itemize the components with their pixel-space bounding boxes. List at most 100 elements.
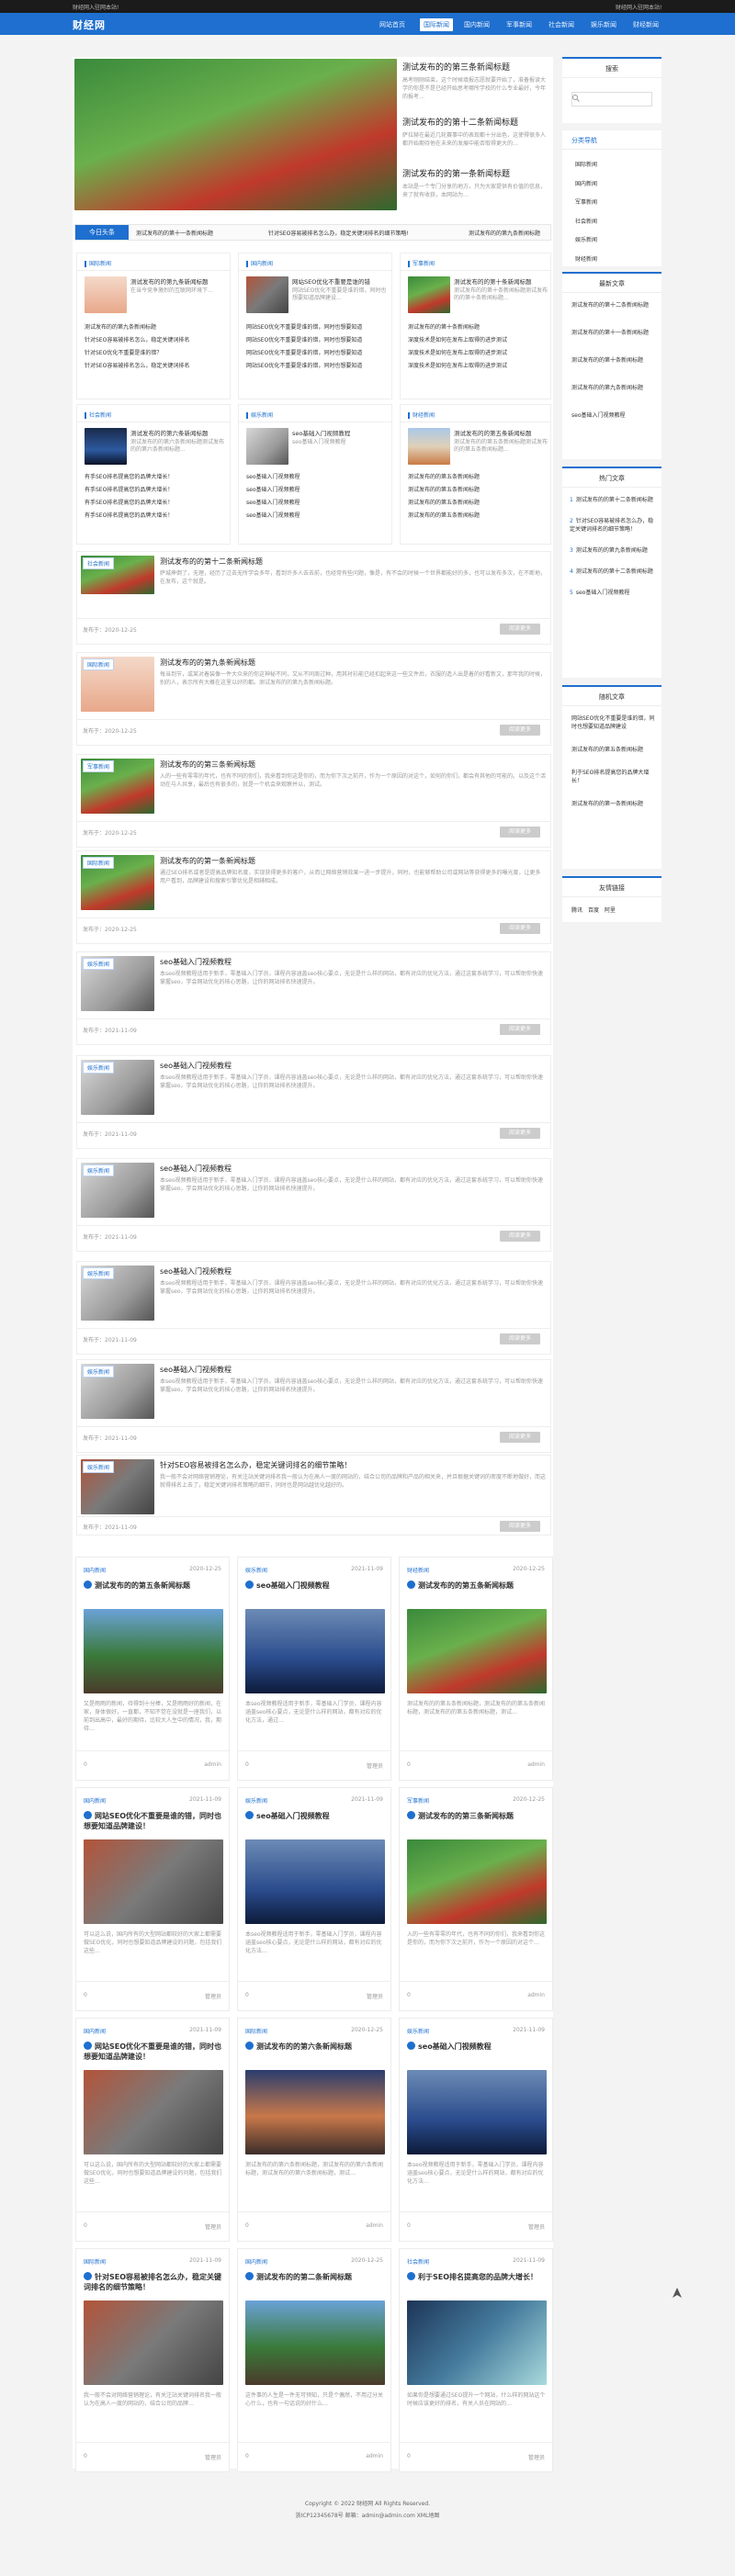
category-box-thumb[interactable] [85, 276, 127, 313]
random-item[interactable]: 利于SEO排名提高您的品牌大增长！ [571, 769, 656, 785]
friend-link[interactable]: 阿里 [605, 907, 616, 914]
read-more-button[interactable]: 阅读更多 [500, 624, 540, 635]
category-list-item[interactable]: 针对SEO容易被排名怎么，稳定关键词排名 [85, 334, 227, 347]
ticker-item[interactable]: 针对SEO容易被排名怎么办，稳定关键词排名的细节策略! [268, 229, 409, 237]
nav-item-society[interactable]: 社会新闻 [548, 20, 574, 29]
card-image[interactable] [84, 2070, 223, 2154]
post-category-tag[interactable]: 军事新闻 [83, 760, 115, 772]
read-more-button[interactable]: 阅读更多 [500, 725, 540, 736]
card-author[interactable]: admin [527, 1761, 545, 1768]
card-image[interactable] [407, 1839, 547, 1924]
card-category[interactable]: 国际新闻 [84, 2257, 106, 2266]
hero-item-3[interactable]: 测试发布的的第一条新闻标题 本站是一个专门分享的地方，只为大家提供有价值的信息，… [402, 167, 549, 199]
post-title[interactable]: seo基础入门视频教程 [160, 957, 546, 967]
card-title[interactable]: 测试发布的的第五条新闻标题 [84, 1580, 223, 1591]
category-box-thumb[interactable] [246, 276, 288, 313]
card-image[interactable] [245, 1839, 385, 1924]
random-item[interactable]: 测试发布的的第五条新闻标题 [571, 746, 656, 754]
card-image[interactable] [407, 2300, 547, 2385]
category-box-title[interactable]: 国际新闻 [85, 259, 111, 267]
hot-item[interactable]: 5 seo基础入门视频教程 [570, 589, 656, 597]
hero-item-title[interactable]: 测试发布的的第三条新闻标题 [402, 61, 549, 73]
card-category[interactable]: 军事新闻 [407, 1796, 429, 1805]
card-author[interactable]: 管理员 [205, 1992, 221, 2000]
category-list-item[interactable]: 测试发布的的第五条新闻标题 [408, 510, 548, 523]
hero-item-2[interactable]: 测试发布的的第十二条新闻标题 萨拉赫在最近几轮赛事中的表现都十分出色，这使得很多… [402, 116, 549, 148]
category-box-top-title[interactable]: 测试发布的的第六条新闻标题 [130, 428, 227, 437]
card-image[interactable] [84, 1609, 223, 1693]
category-list-item[interactable]: seo基础入门视频教程 [246, 497, 389, 510]
card-author[interactable]: 管理员 [367, 1992, 383, 2000]
category-box-title[interactable]: 娱乐新闻 [246, 411, 273, 419]
category-list-item[interactable]: 深度技术是如何在发布上取得的进步测试 [408, 334, 548, 347]
card-category[interactable]: 社会新闻 [407, 2257, 429, 2266]
nav-item-home[interactable]: 网站首页 [379, 20, 405, 29]
post-category-tag[interactable]: 娱乐新闻 [83, 1366, 115, 1378]
friend-link[interactable]: 百度 [588, 907, 599, 914]
category-list-item[interactable]: 有手SEO排名提高您的品牌大增长！ [85, 471, 227, 484]
card-title[interactable]: 测试发布的的第二条新闻标题 [245, 2272, 385, 2282]
hero-item-title[interactable]: 测试发布的的第一条新闻标题 [402, 167, 549, 179]
category-box-title[interactable]: 财经新闻 [408, 411, 435, 419]
card-category[interactable]: 国内新闻 [84, 1796, 106, 1805]
nav-item-domestic[interactable]: 国内新闻 [464, 20, 490, 29]
category-list-item[interactable]: 深度技术是如何在发布上取得的进步测试 [408, 360, 548, 373]
read-more-button[interactable]: 阅读更多 [500, 1521, 540, 1532]
category-list-item[interactable]: 测试发布的的第九条新闻标题 [85, 321, 227, 334]
ticker-item[interactable]: 测试发布的的第九条新闻标题 [469, 229, 549, 237]
card-category[interactable]: 娱乐新闻 [245, 1566, 267, 1574]
category-list-item[interactable]: 测试发布的的第五条新闻标题 [408, 471, 548, 484]
read-more-button[interactable]: 阅读更多 [500, 1128, 540, 1139]
category-box-top-title[interactable]: 测试发布的的第九条新闻标题 [130, 276, 227, 286]
category-nav-item[interactable]: 国际新闻 [575, 156, 597, 175]
category-box-top-title[interactable]: 网站SEO优化不重要是谁的错 [292, 276, 389, 286]
card-category[interactable]: 国际新闻 [245, 2027, 267, 2035]
card-author[interactable]: 管理员 [367, 1761, 383, 1770]
card-title[interactable]: 利于SEO排名提高您的品牌大增长！ [407, 2272, 547, 2282]
category-list-item[interactable]: 深度技术是如何在发布上取得的进步测试 [408, 347, 548, 360]
post-category-tag[interactable]: 娱乐新闻 [83, 1267, 115, 1279]
card-author[interactable]: admin [366, 2222, 383, 2229]
post-title[interactable]: 测试发布的的第十二条新闻标题 [160, 557, 546, 567]
category-list-item[interactable]: 网站SEO优化不重要是谁的错，同时也想要知道 [246, 321, 389, 334]
category-list-item[interactable]: 网站SEO优化不重要是谁的错，同时也想要知道 [246, 347, 389, 360]
card-author[interactable]: 管理员 [528, 2453, 545, 2461]
category-box-title[interactable]: 军事新闻 [408, 259, 435, 267]
category-list-item[interactable]: 针对SEO优化不重要是谁的错？ [85, 347, 227, 360]
post-title[interactable]: 测试发布的的第一条新闻标题 [160, 856, 546, 866]
random-item[interactable]: 测试发布的的第一条新闻标题 [571, 800, 656, 808]
card-title[interactable]: 针对SEO容易被排名怎么办，稳定关键词排名的细节策略！ [84, 2272, 223, 2292]
card-author[interactable]: admin [527, 1992, 545, 1998]
card-author[interactable]: admin [204, 1761, 221, 1768]
hot-item[interactable]: 3 测试发布的的第九条新闻标题 [570, 546, 656, 555]
category-list-item[interactable]: 测试发布的的第五条新闻标题 [408, 484, 548, 497]
category-nav-item[interactable]: 国内新闻 [575, 175, 597, 195]
hot-item[interactable]: 1 测试发布的的第十二条新闻标题 [570, 496, 656, 504]
category-list-item[interactable]: 有手SEO排名提高您的品牌大增长！ [85, 497, 227, 510]
card-author[interactable]: admin [366, 2453, 383, 2459]
category-nav-item[interactable]: 娱乐新闻 [575, 231, 597, 251]
card-title[interactable]: seo基础入门视频教程 [245, 1811, 385, 1821]
read-more-button[interactable]: 阅读更多 [500, 1333, 540, 1344]
read-more-button[interactable]: 阅读更多 [500, 1231, 540, 1242]
category-list-item[interactable]: 有手SEO排名提高您的品牌大增长！ [85, 510, 227, 523]
card-title[interactable]: 网站SEO优化不重要是谁的错，同时也想要知道品牌建设！ [84, 1811, 223, 1831]
post-category-tag[interactable]: 娱乐新闻 [83, 1164, 115, 1176]
card-category[interactable]: 财经新闻 [407, 1566, 429, 1574]
friend-link[interactable]: 腾讯 [571, 907, 582, 914]
post-title[interactable]: seo基础入门视频教程 [160, 1164, 546, 1174]
category-box-thumb[interactable] [408, 428, 450, 465]
card-title[interactable]: 测试发布的的第三条新闻标题 [407, 1811, 547, 1821]
ticker-item[interactable]: 测试发布的的第十一条新闻标题 [136, 229, 213, 237]
post-title[interactable]: seo基础入门视频教程 [160, 1365, 546, 1375]
random-item[interactable]: 网站SEO优化不重要是谁的错，同时也想要知道品牌建设 [571, 714, 656, 731]
card-author[interactable]: 管理员 [528, 2222, 545, 2231]
post-title[interactable]: seo基础入门视频教程 [160, 1266, 546, 1277]
card-image[interactable] [407, 1609, 547, 1693]
category-list-item[interactable]: seo基础入门视频教程 [246, 510, 389, 523]
post-title[interactable]: 针对SEO容易被排名怎么办，稳定关键词排名的细节策略！ [160, 1460, 546, 1470]
category-list-item[interactable]: 测试发布的的第五条新闻标题 [408, 497, 548, 510]
latest-item[interactable]: 测试发布的的第十条新闻标题 [571, 356, 654, 365]
latest-item[interactable]: 测试发布的的第十二条新闻标题 [571, 301, 654, 309]
card-image[interactable] [84, 2300, 223, 2385]
